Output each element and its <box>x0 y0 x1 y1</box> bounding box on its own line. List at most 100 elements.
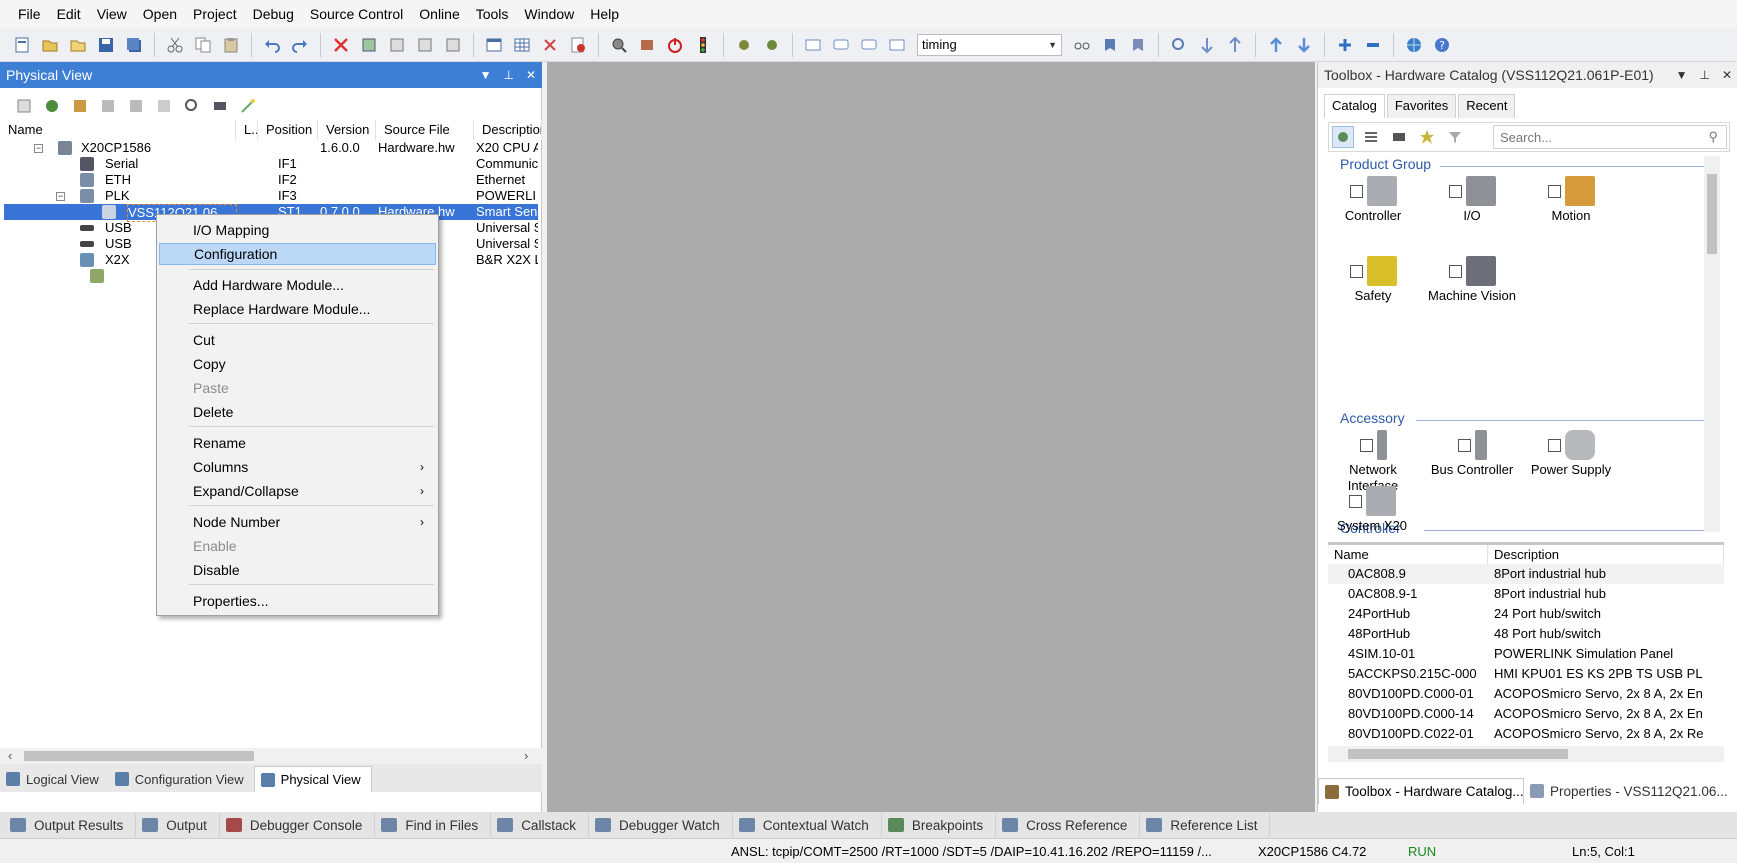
list-item[interactable]: 80VD100PD.C022-01 ACOPOSmicro Servo, 2x 8… <box>1328 724 1724 744</box>
scrollbar-thumb[interactable] <box>1348 749 1568 759</box>
arrow-up-icon[interactable] <box>1265 34 1287 56</box>
menu-view[interactable]: View <box>89 0 135 28</box>
new-project-icon[interactable] <box>11 34 33 56</box>
close-icon[interactable]: ✕ <box>526 68 536 82</box>
search-icon[interactable]: ⚲ <box>1708 129 1718 145</box>
remove-icon[interactable] <box>539 34 561 56</box>
list-item[interactable]: 4SIM.10-01 POWERLINK Simulation Panel <box>1328 644 1724 664</box>
tab-output-results[interactable]: Output Results <box>4 813 137 837</box>
menu-debug[interactable]: Debug <box>245 0 302 28</box>
tab-reference-list[interactable]: Reference List <box>1140 813 1271 837</box>
open-folder-icon[interactable] <box>67 34 89 56</box>
paste-icon[interactable] <box>220 34 242 56</box>
menu-item-replace-hardware-module[interactable]: Replace Hardware Module... <box>159 298 436 320</box>
cut-icon[interactable] <box>164 34 186 56</box>
dropdown-icon[interactable]: ▼ <box>480 68 492 82</box>
catalog-item-io[interactable]: I/O <box>1427 174 1517 224</box>
menu-help[interactable]: Help <box>582 0 627 28</box>
catalog-item-safety[interactable]: Safety <box>1328 254 1418 304</box>
search-hardware-icon[interactable] <box>181 95 203 117</box>
power-icon[interactable] <box>664 34 686 56</box>
compile-icon[interactable] <box>442 34 464 56</box>
list-item[interactable]: 80VD100PD.C000-14 ACOPOSmicro Servo, 2x 8… <box>1328 704 1724 724</box>
dropdown-icon[interactable]: ▼ <box>1676 68 1688 82</box>
checkbox[interactable] <box>1348 494 1362 508</box>
online-icon[interactable] <box>636 34 658 56</box>
catalog-item-controller[interactable]: Controller <box>1328 174 1418 224</box>
checkbox[interactable] <box>1547 438 1561 452</box>
menu-item-disable[interactable]: Disable <box>159 559 436 581</box>
open-project-icon[interactable] <box>39 34 61 56</box>
menu-item-io-mapping[interactable]: I/O Mapping <box>159 219 436 241</box>
properties-icon[interactable] <box>13 95 35 117</box>
menu-source-control[interactable]: Source Control <box>302 0 411 28</box>
scroll-left-icon[interactable]: ‹ <box>8 748 12 764</box>
horizontal-scrollbar[interactable]: ‹ › <box>0 748 542 764</box>
horizontal-scrollbar[interactable] <box>1328 746 1724 762</box>
tree-row[interactable]: Serial IF1 Communic <box>4 156 538 172</box>
sort-up-icon[interactable] <box>1224 34 1246 56</box>
menu-open[interactable]: Open <box>135 0 185 28</box>
search-input[interactable]: Search... ⚲ <box>1493 125 1727 149</box>
tab-toolbox-hardware-catalog[interactable]: Toolbox - Hardware Catalog... <box>1318 778 1524 804</box>
menu-edit[interactable]: Edit <box>49 0 89 28</box>
pin-icon[interactable]: ⊥ <box>503 68 513 82</box>
menu-window[interactable]: Window <box>516 0 582 28</box>
catalog-item-power-supply[interactable]: Power Supply <box>1526 428 1616 478</box>
monitor-icon[interactable] <box>608 34 630 56</box>
io-mapping-icon[interactable] <box>69 95 91 117</box>
column-position[interactable]: Position <box>258 120 318 140</box>
list-item[interactable]: 80VD100PD.C000-01 ACOPOSmicro Servo, 2x 8… <box>1328 684 1724 704</box>
tab-cross-reference[interactable]: Cross Reference <box>996 813 1141 837</box>
tree-row[interactable]: PLK IF3 POWERLI <box>4 188 538 204</box>
tab-contextual-watch[interactable]: Contextual Watch <box>733 813 882 837</box>
menu-tools[interactable]: Tools <box>468 0 517 28</box>
clear-filter-icon[interactable] <box>1444 126 1466 148</box>
tab-breakpoints[interactable]: Breakpoints <box>882 813 997 837</box>
tab-callstack[interactable]: Callstack <box>491 813 589 837</box>
uncomment-icon[interactable] <box>858 34 880 56</box>
favorite-star-icon[interactable] <box>1416 126 1438 148</box>
build-icon[interactable] <box>358 34 380 56</box>
pin-icon[interactable]: ⊥ <box>1699 68 1709 82</box>
column-l[interactable]: L... <box>236 120 258 140</box>
debug-settings-icon[interactable] <box>761 34 783 56</box>
help-icon[interactable]: ? <box>1431 34 1453 56</box>
column-version[interactable]: Version <box>318 120 376 140</box>
bookmark-next-icon[interactable] <box>1127 34 1149 56</box>
arrow-down-icon[interactable] <box>1293 34 1315 56</box>
tab-catalog[interactable]: Catalog <box>1324 94 1385 118</box>
calendar-icon[interactable] <box>483 34 505 56</box>
network-icon[interactable] <box>209 95 231 117</box>
transfer-icon[interactable] <box>414 34 436 56</box>
menu-item-cut[interactable]: Cut <box>159 329 436 351</box>
rebuild-icon[interactable] <box>386 34 408 56</box>
scrollbar-thumb[interactable] <box>1707 174 1717 254</box>
sort-down-icon[interactable] <box>1196 34 1218 56</box>
tab-debugger-console[interactable]: Debugger Console <box>220 813 376 837</box>
menu-item-columns[interactable]: Columns › <box>159 456 436 478</box>
tab-output[interactable]: Output <box>136 813 220 837</box>
globe-icon[interactable] <box>1403 34 1425 56</box>
copy-icon[interactable] <box>192 34 214 56</box>
menu-item-rename[interactable]: Rename <box>159 432 436 454</box>
minus-icon[interactable] <box>1362 34 1384 56</box>
tab-recent[interactable]: Recent <box>1458 94 1516 118</box>
list-item[interactable]: 0AC808.9 8Port industrial hub <box>1328 564 1724 584</box>
list-item[interactable]: 5ACCKPS0.215C-000 HMI KPU01 ES KS 2PB TS … <box>1328 664 1724 684</box>
save-icon[interactable] <box>95 34 117 56</box>
clear-icon[interactable] <box>886 34 908 56</box>
menu-file[interactable]: File <box>10 0 49 28</box>
catalog-item-bus-controller[interactable]: Bus Controller <box>1427 428 1517 478</box>
menu-item-node-number[interactable]: Node Number › <box>159 511 436 533</box>
scroll-right-icon[interactable]: › <box>524 748 528 764</box>
menu-item-copy[interactable]: Copy <box>159 353 436 375</box>
list-item[interactable]: 24PortHub 24 Port hub/switch <box>1328 604 1724 624</box>
list-item[interactable]: 48PortHub 48 Port hub/switch <box>1328 624 1724 644</box>
tree-row[interactable]: ETH IF2 Ethernet <box>4 172 538 188</box>
configuration-select[interactable]: timing ▼ <box>917 33 1062 56</box>
open-config-icon[interactable] <box>41 95 63 117</box>
find-icon[interactable] <box>1168 34 1190 56</box>
module-icon[interactable] <box>153 95 175 117</box>
window-icon[interactable] <box>802 34 824 56</box>
